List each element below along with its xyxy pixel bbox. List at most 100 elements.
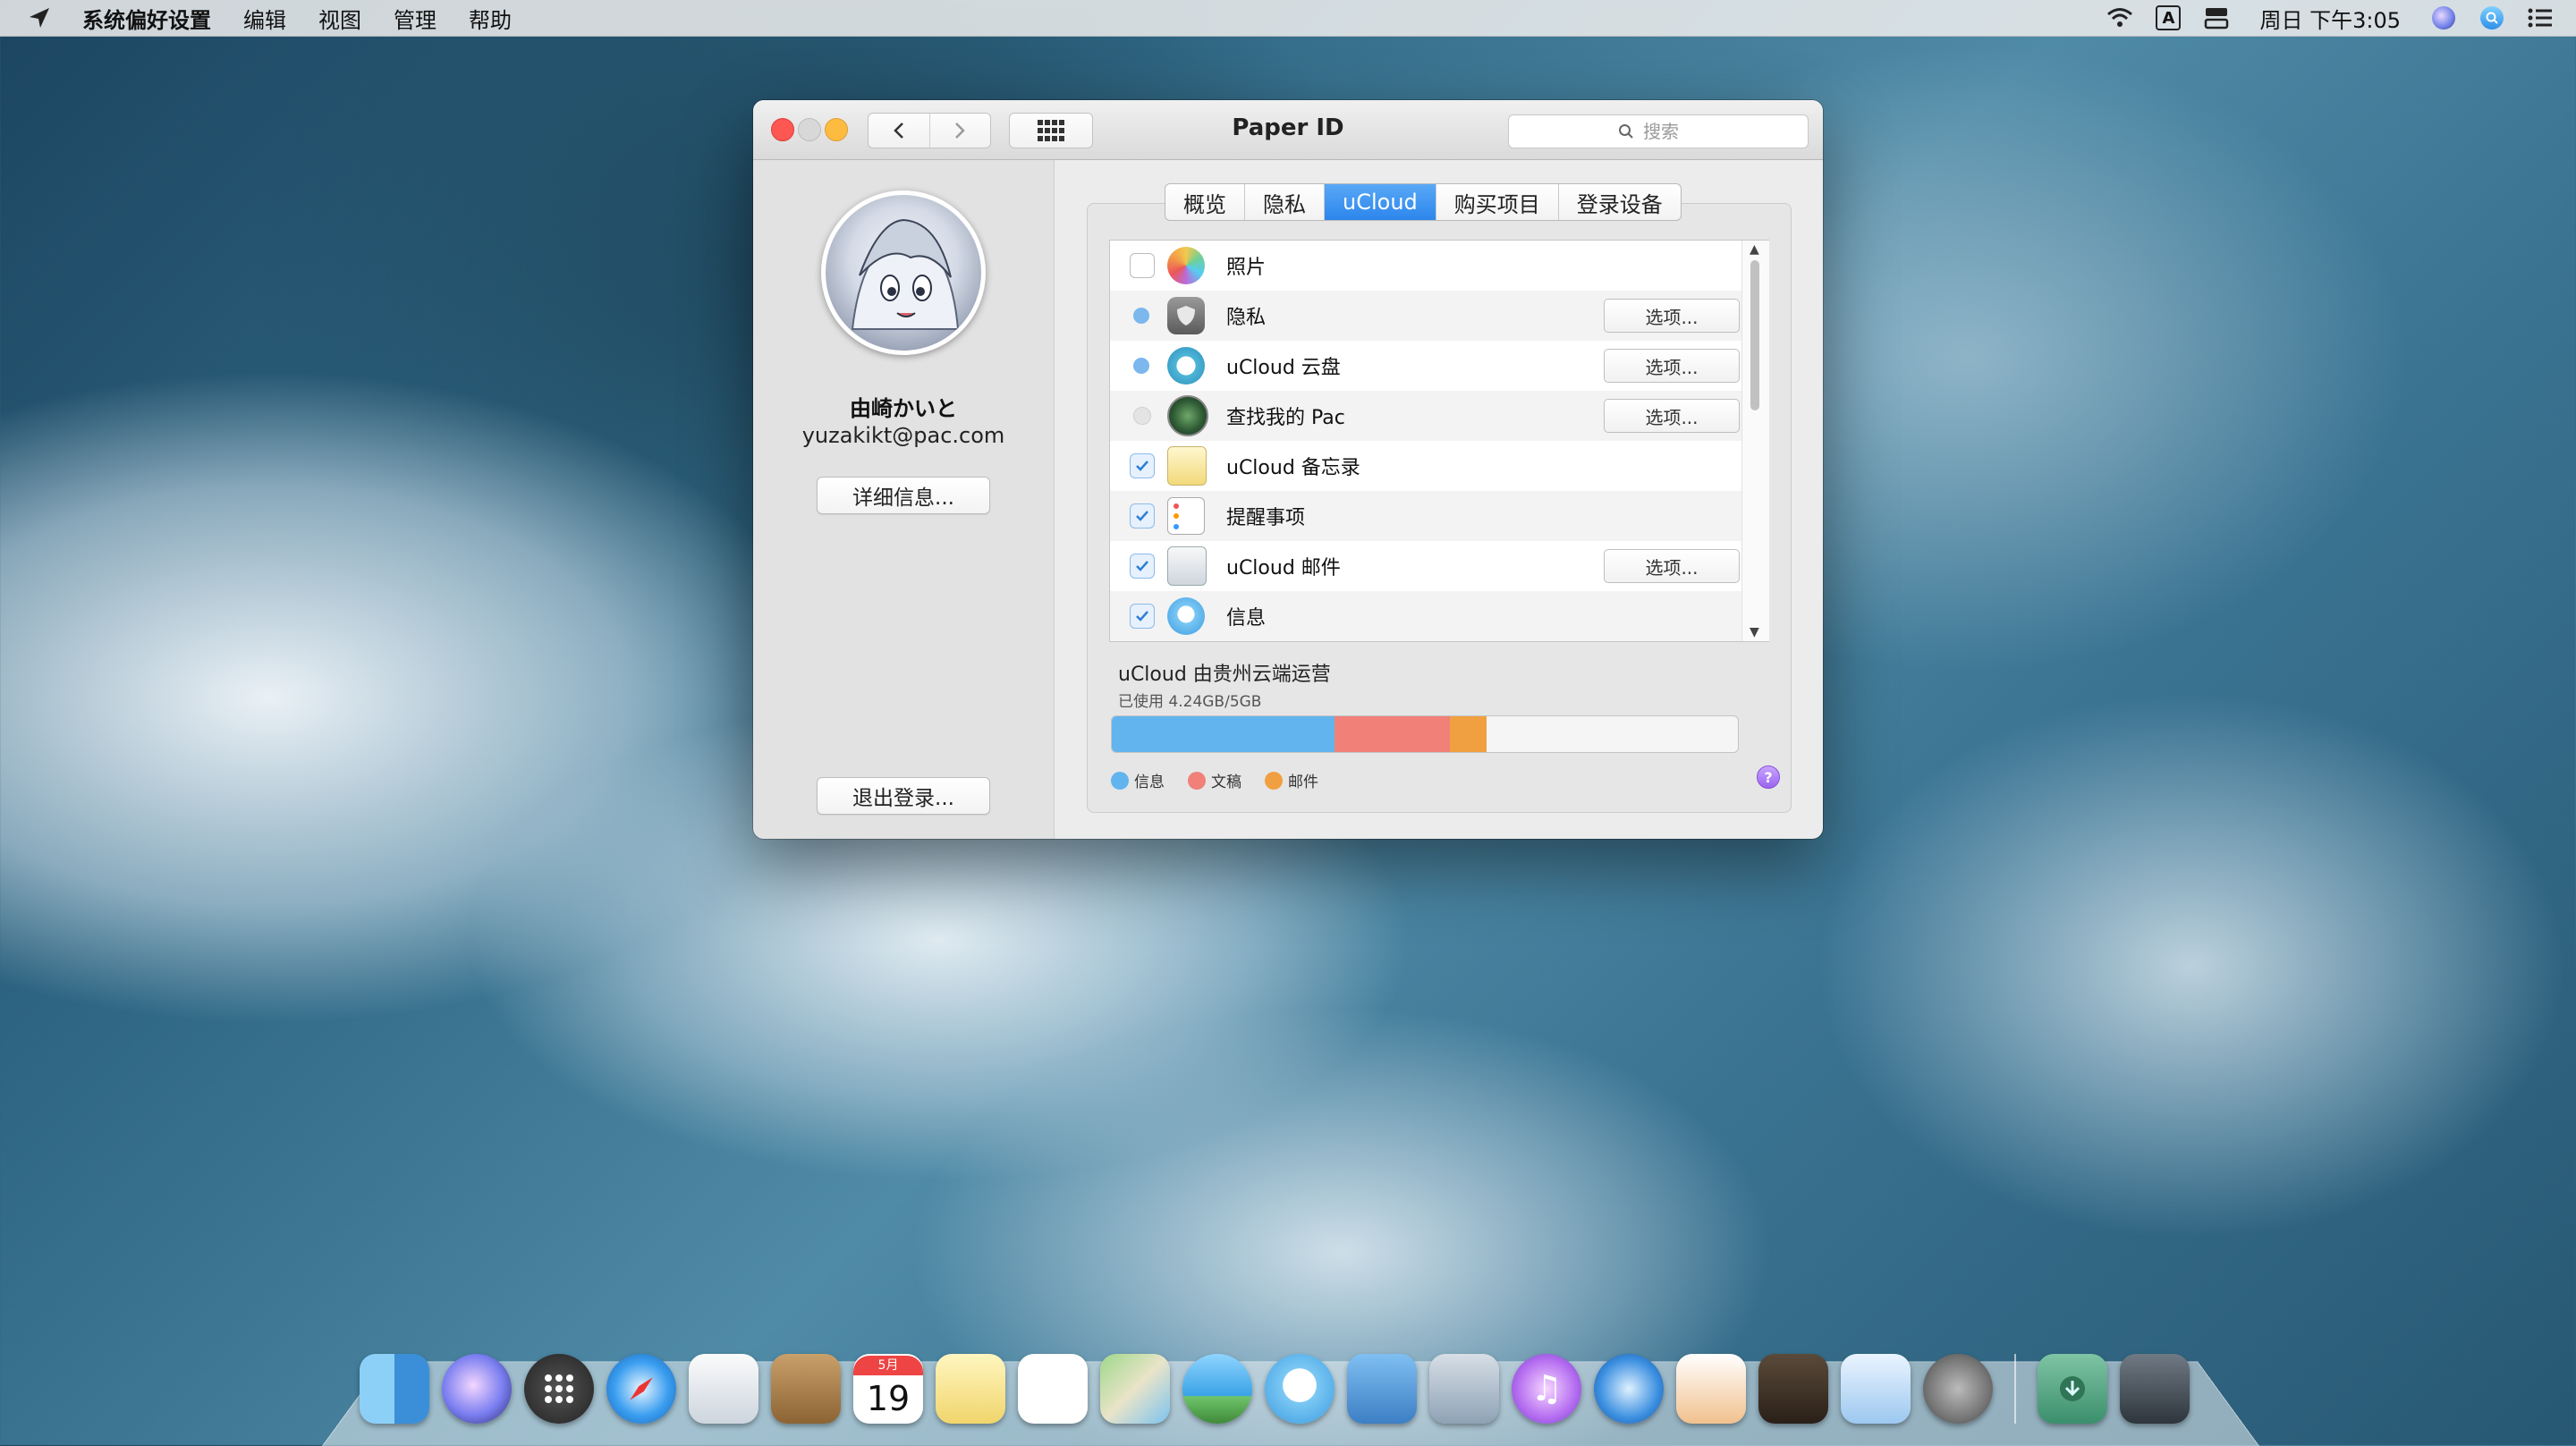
tab-ucloud[interactable]: uCloud (1324, 184, 1436, 220)
list-item[interactable]: uCloud 邮件 选项... (1110, 541, 1741, 591)
siri-icon[interactable] (442, 1354, 512, 1424)
zoom-window-button[interactable] (825, 118, 848, 141)
notes-icon (1167, 446, 1207, 486)
search-field[interactable] (1508, 114, 1809, 148)
siri-icon[interactable] (2429, 4, 2458, 32)
pages-icon[interactable] (1676, 1354, 1746, 1424)
scrollbar-thumb[interactable] (1750, 260, 1759, 410)
safari-icon[interactable] (606, 1354, 676, 1424)
list-item[interactable]: uCloud 云盘 选项... (1110, 341, 1741, 391)
preferences-window: Paper ID 由崎かいと yuzakikt@pac.com 详细信息... … (753, 100, 1823, 839)
reminders-checkbox[interactable] (1130, 503, 1155, 529)
facetime-icon[interactable] (1347, 1354, 1417, 1424)
reminders-icon[interactable] (1018, 1354, 1088, 1424)
list-item[interactable]: 提醒事项 (1110, 491, 1741, 541)
scroll-down-arrow-icon[interactable]: ▼ (1750, 625, 1759, 639)
location-arrow-logo-icon[interactable] (21, 0, 57, 36)
books-icon[interactable] (1594, 1354, 1664, 1424)
sign-out-button[interactable]: 退出登录... (817, 777, 990, 815)
display-toggle-icon[interactable] (2202, 4, 2231, 32)
chevron-left-icon (893, 123, 903, 139)
maps-icon[interactable] (1100, 1354, 1170, 1424)
mail-icon[interactable] (689, 1354, 758, 1424)
ucloud-drive-options-button[interactable]: 选项... (1604, 349, 1740, 383)
legend-swatch (1188, 771, 1206, 790)
chevron-right-icon (955, 123, 966, 139)
notes-icon[interactable] (936, 1354, 1005, 1424)
messages-icon (1167, 597, 1205, 635)
system-preferences-icon[interactable] (1923, 1354, 1993, 1424)
preview-icon[interactable] (1841, 1354, 1911, 1424)
back-button[interactable] (869, 114, 929, 148)
close-window-button[interactable] (771, 118, 794, 141)
service-list[interactable]: 照片 隐私 选项... uCloud 云盘 选项... 查找我的 Pac 选项.… (1109, 240, 1769, 642)
service-label: 照片 (1226, 257, 1267, 279)
privacy-status-dot[interactable] (1133, 308, 1149, 324)
avatar[interactable] (821, 190, 986, 355)
storage-segment (1450, 716, 1487, 752)
find-my-pac-options-button[interactable]: 选项... (1604, 399, 1740, 433)
tab-overview[interactable]: 概览 (1165, 184, 1244, 220)
list-item[interactable]: 隐私 选项... (1110, 291, 1741, 341)
trash-icon[interactable] (2120, 1354, 2190, 1424)
contacts-icon[interactable] (771, 1354, 841, 1424)
legend-swatch (1265, 771, 1283, 790)
list-item[interactable]: 信息 (1110, 591, 1741, 641)
ucloud-panel: 照片 隐私 选项... uCloud 云盘 选项... 查找我的 Pac 选项.… (1087, 203, 1792, 813)
service-label: 信息 (1226, 607, 1267, 630)
tab-bar: 概览 隐私 uCloud 购买项目 登录设备 (1165, 183, 1682, 221)
menu-edit[interactable]: 编辑 (227, 3, 302, 34)
wifi-icon[interactable] (2106, 4, 2134, 32)
find-my-pac-status-dot[interactable] (1133, 407, 1151, 425)
finder-icon[interactable] (360, 1354, 429, 1424)
mail-options-button[interactable]: 选项... (1604, 549, 1740, 583)
list-scrollbar[interactable]: ▲ ▼ (1741, 241, 1769, 641)
tab-purchases[interactable]: 购买项目 (1435, 184, 1558, 220)
photos-icon[interactable] (1182, 1354, 1252, 1424)
scroll-up-arrow-icon[interactable]: ▲ (1750, 242, 1759, 257)
tab-devices[interactable]: 登录设备 (1557, 184, 1681, 220)
downloads-folder-icon[interactable] (2038, 1354, 2107, 1424)
forward-button[interactable] (928, 114, 991, 148)
launchpad-icon[interactable] (524, 1354, 594, 1424)
menu-view[interactable]: 视图 (302, 3, 377, 34)
account-sidebar: 由崎かいと yuzakikt@pac.com 详细信息... 退出登录... (753, 160, 1055, 839)
privacy-options-button[interactable]: 选项... (1604, 299, 1740, 333)
calendar-icon[interactable]: 5月 19 (853, 1354, 923, 1424)
list-item[interactable]: uCloud 备忘录 (1110, 441, 1741, 491)
menu-clock[interactable]: 周日 下午3:05 (2250, 3, 2410, 34)
notification-center-icon[interactable] (2526, 4, 2555, 32)
menu-help[interactable]: 帮助 (453, 3, 528, 34)
notes-checkbox[interactable] (1130, 453, 1155, 478)
grid-icon (1038, 120, 1064, 141)
messages-checkbox[interactable] (1130, 604, 1155, 629)
tab-privacy[interactable]: 隐私 (1244, 184, 1324, 220)
privacy-icon (1167, 297, 1205, 334)
ucloud-drive-status-dot[interactable] (1133, 358, 1149, 374)
checkmark-icon (1136, 561, 1148, 571)
image-capture-icon[interactable] (1429, 1354, 1499, 1424)
title-bar[interactable]: Paper ID (753, 100, 1823, 160)
mail-checkbox[interactable] (1130, 554, 1155, 579)
minimize-window-button[interactable] (798, 118, 821, 141)
music-icon[interactable]: ♫ (1512, 1354, 1581, 1424)
search-input[interactable] (1641, 120, 1699, 143)
help-button[interactable]: ? (1757, 765, 1780, 789)
keynote-icon[interactable] (1758, 1354, 1828, 1424)
photos-checkbox[interactable] (1130, 253, 1155, 278)
navigation-buttons (868, 113, 991, 148)
show-all-button[interactable] (1009, 113, 1093, 148)
storage-used: 已使用 4.24GB/5GB (1118, 693, 1262, 711)
main-pane: 概览 隐私 uCloud 购买项目 登录设备 照片 隐私 选项... uClou… (1055, 160, 1823, 839)
legend-swatch (1111, 771, 1129, 790)
menu-manage[interactable]: 管理 (377, 3, 453, 34)
menu-app-name[interactable]: 系统偏好设置 (79, 3, 227, 34)
messages-icon[interactable] (1265, 1354, 1335, 1424)
spotlight-icon[interactable] (2478, 4, 2506, 32)
input-method-icon[interactable]: A (2154, 4, 2182, 32)
storage-segment (1112, 716, 1335, 752)
list-item[interactable]: 查找我的 Pac 选项... (1110, 391, 1741, 441)
list-item[interactable]: 照片 (1110, 241, 1741, 291)
details-button[interactable]: 详细信息... (817, 477, 990, 514)
calendar-day: 19 (866, 1379, 911, 1418)
